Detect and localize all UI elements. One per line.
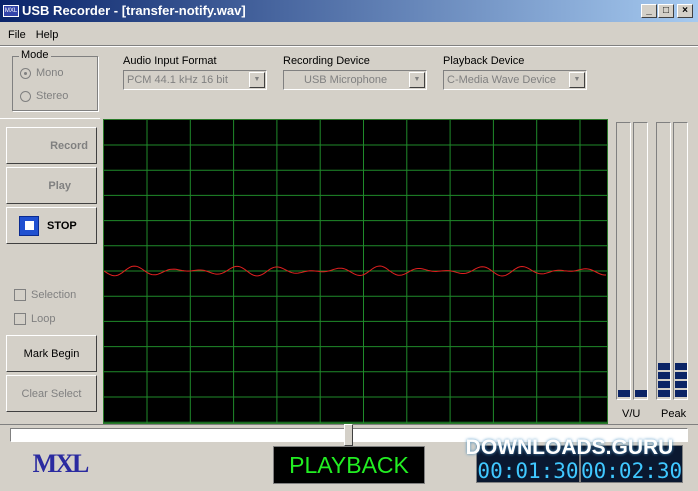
mode-label: Mode <box>19 49 51 61</box>
app-icon: MXL <box>3 5 19 17</box>
record-button[interactable]: Record <box>6 127 97 164</box>
peak-meter-left <box>656 122 671 400</box>
vu-meter-left <box>616 122 631 400</box>
select-value: USB Microphone <box>304 74 388 86</box>
chevron-down-icon: ▼ <box>249 72 265 88</box>
waveform-display[interactable] <box>103 119 608 424</box>
meter-segment <box>675 363 687 370</box>
radio-stereo[interactable]: Stereo <box>20 90 68 102</box>
checkbox-icon <box>14 313 26 325</box>
position-time: 00:01:30 <box>476 445 580 483</box>
length-time: 00:02:30 <box>580 445 683 483</box>
meter-segment <box>658 390 670 397</box>
divider <box>0 118 100 119</box>
playback-device-label: Playback Device <box>443 55 525 67</box>
close-button[interactable]: × <box>677 4 693 18</box>
slider-thumb[interactable] <box>344 424 353 446</box>
stop-label: STOP <box>47 219 77 232</box>
selection-checkbox[interactable]: Selection <box>14 289 76 301</box>
meter-segment <box>675 381 687 388</box>
radio-icon <box>20 90 31 102</box>
stop-button[interactable]: STOP <box>6 207 97 244</box>
stop-icon <box>19 215 39 236</box>
vu-meter-right <box>633 122 648 400</box>
meter-segment <box>658 363 670 370</box>
chevron-down-icon: ▼ <box>569 72 585 88</box>
select-value: PCM 44.1 kHz 16 bit <box>127 74 228 86</box>
menu-help[interactable]: Help <box>36 26 59 44</box>
minimize-button[interactable]: _ <box>641 4 657 18</box>
vu-label: V/U <box>622 408 641 420</box>
title-bar: USB Recorder - [transfer-notify.wav] <box>0 0 698 22</box>
meter-segment <box>675 372 687 379</box>
meter-segment <box>635 390 647 397</box>
menu-file[interactable]: File <box>8 26 26 44</box>
meter-segment <box>618 390 630 397</box>
audio-format-select[interactable]: PCM 44.1 kHz 16 bit ▼ <box>123 70 267 90</box>
select-value: C-Media Wave Device <box>447 74 557 86</box>
maximize-button[interactable]: □ <box>658 4 674 18</box>
clear-select-button[interactable]: Clear Select <box>6 375 97 412</box>
peak-label: Peak <box>661 408 687 420</box>
status-display: PLAYBACK <box>273 446 425 484</box>
radio-label: Stereo <box>36 90 69 102</box>
mxl-logo: MXL <box>26 450 94 478</box>
meter-segment <box>658 381 670 388</box>
recording-device-label: Recording Device <box>283 55 370 67</box>
menu-bar: File Help <box>0 26 58 44</box>
loop-checkbox[interactable]: Loop <box>14 313 55 325</box>
mark-begin-button[interactable]: Mark Begin <box>6 335 97 372</box>
meter-segment <box>658 372 670 379</box>
waveform-svg <box>103 120 607 423</box>
divider <box>0 45 698 47</box>
meter-segment <box>675 390 687 397</box>
checkbox-label: Selection <box>31 289 77 301</box>
chevron-down-icon: ▼ <box>409 72 425 88</box>
radio-label: Mono <box>36 67 64 79</box>
audio-format-label: Audio Input Format <box>123 55 217 67</box>
radio-mono[interactable]: Mono <box>20 67 64 79</box>
mode-group <box>12 56 98 111</box>
play-button[interactable]: Play <box>6 167 97 204</box>
checkbox-label: Loop <box>31 313 56 325</box>
recording-device-select[interactable]: USB Microphone ▼ <box>283 70 427 90</box>
peak-meter-right <box>673 122 688 400</box>
logo-text: MXL <box>32 449 90 478</box>
window-title: USB Recorder - [transfer-notify.wav] <box>22 3 246 18</box>
radio-icon <box>20 67 31 79</box>
checkbox-icon <box>14 289 26 301</box>
playback-device-select[interactable]: C-Media Wave Device ▼ <box>443 70 587 90</box>
